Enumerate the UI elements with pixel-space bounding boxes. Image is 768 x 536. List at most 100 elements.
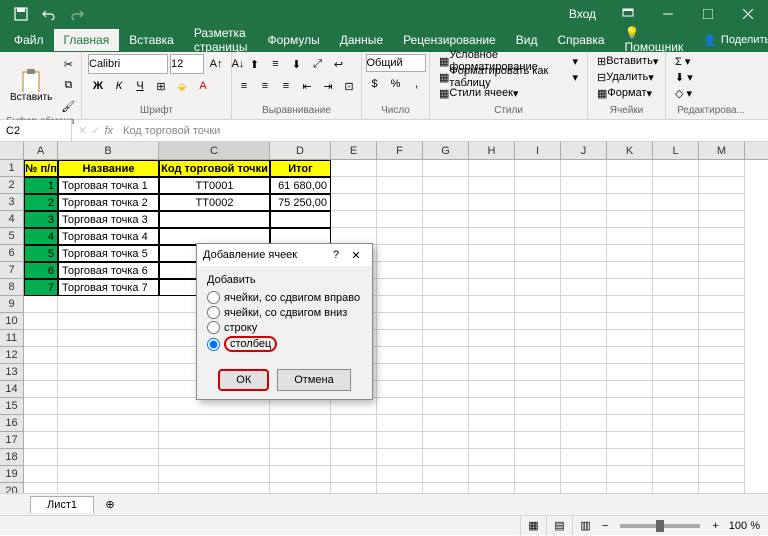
cell-B6[interactable]: Торговая точка 5	[58, 245, 159, 262]
cell-G16[interactable]	[423, 415, 469, 432]
cell-J15[interactable]	[561, 398, 607, 415]
cell-L16[interactable]	[653, 415, 699, 432]
row-header-4[interactable]: 4	[0, 211, 24, 228]
cell-F12[interactable]	[377, 347, 423, 364]
cell-K9[interactable]	[607, 296, 653, 313]
cell-A16[interactable]	[24, 415, 58, 432]
radio-row-input[interactable]	[207, 321, 220, 334]
cell-M18[interactable]	[699, 449, 745, 466]
cell-K13[interactable]	[607, 364, 653, 381]
cell-C15[interactable]	[159, 398, 270, 415]
cell-J19[interactable]	[561, 466, 607, 483]
cell-B16[interactable]	[58, 415, 159, 432]
cell-M14[interactable]	[699, 381, 745, 398]
cell-G15[interactable]	[423, 398, 469, 415]
cell-H14[interactable]	[469, 381, 515, 398]
row-header-1[interactable]: 1	[0, 160, 24, 177]
cell-A8[interactable]: 7	[24, 279, 58, 296]
cell-K1[interactable]	[607, 160, 653, 177]
cell-styles-button[interactable]: ▦ Стили ячеек ▾	[436, 86, 521, 100]
cell-I9[interactable]	[515, 296, 561, 313]
cell-J7[interactable]	[561, 262, 607, 279]
cell-H1[interactable]	[469, 160, 515, 177]
cell-K4[interactable]	[607, 211, 653, 228]
clear-button[interactable]: ◇ ▾	[672, 86, 695, 100]
cell-H8[interactable]	[469, 279, 515, 296]
cell-K2[interactable]	[607, 177, 653, 194]
cell-I14[interactable]	[515, 381, 561, 398]
cell-A1[interactable]: № п/п	[24, 160, 58, 177]
col-header-C[interactable]: C	[159, 142, 270, 159]
cell-B13[interactable]	[58, 364, 159, 381]
cell-J13[interactable]	[561, 364, 607, 381]
cell-M3[interactable]	[699, 194, 745, 211]
row-header-17[interactable]: 17	[0, 432, 24, 449]
cell-H18[interactable]	[469, 449, 515, 466]
cell-D19[interactable]	[270, 466, 331, 483]
cell-M8[interactable]	[699, 279, 745, 296]
cell-I18[interactable]	[515, 449, 561, 466]
cell-J10[interactable]	[561, 313, 607, 330]
indent-dec-icon[interactable]: ⇤	[297, 76, 317, 96]
tab-home[interactable]: Главная	[54, 29, 120, 51]
cell-H12[interactable]	[469, 347, 515, 364]
cell-M19[interactable]	[699, 466, 745, 483]
radio-row[interactable]: строку	[207, 320, 362, 335]
cell-I6[interactable]	[515, 245, 561, 262]
cell-A10[interactable]	[24, 313, 58, 330]
cell-A5[interactable]: 4	[24, 228, 58, 245]
cell-L7[interactable]	[653, 262, 699, 279]
cell-G6[interactable]	[423, 245, 469, 262]
cell-B1[interactable]: Название	[58, 160, 159, 177]
cell-E2[interactable]	[331, 177, 377, 194]
cell-J1[interactable]	[561, 160, 607, 177]
undo-icon[interactable]	[36, 2, 62, 26]
cell-B18[interactable]	[58, 449, 159, 466]
cell-H2[interactable]	[469, 177, 515, 194]
cell-D16[interactable]	[270, 415, 331, 432]
cell-H6[interactable]	[469, 245, 515, 262]
autosum-button[interactable]: Σ ▾	[672, 54, 693, 68]
cell-H15[interactable]	[469, 398, 515, 415]
cell-I15[interactable]	[515, 398, 561, 415]
tab-data[interactable]: Данные	[330, 29, 393, 51]
font-combo[interactable]	[88, 54, 168, 74]
cell-A7[interactable]: 6	[24, 262, 58, 279]
cell-B3[interactable]: Торговая точка 2	[58, 194, 159, 211]
tab-file[interactable]: Файл	[4, 29, 54, 51]
cell-F4[interactable]	[377, 211, 423, 228]
cell-L8[interactable]	[653, 279, 699, 296]
underline-button[interactable]: Ч	[130, 76, 150, 96]
percent-icon[interactable]: %	[386, 74, 406, 94]
radio-column[interactable]: столбец	[207, 335, 362, 353]
col-header-D[interactable]: D	[270, 142, 331, 159]
cell-K19[interactable]	[607, 466, 653, 483]
cell-G11[interactable]	[423, 330, 469, 347]
cell-M5[interactable]	[699, 228, 745, 245]
cell-M7[interactable]	[699, 262, 745, 279]
radio-shift-right-input[interactable]	[207, 291, 220, 304]
cell-F8[interactable]	[377, 279, 423, 296]
cell-F7[interactable]	[377, 262, 423, 279]
cell-B15[interactable]	[58, 398, 159, 415]
cell-I7[interactable]	[515, 262, 561, 279]
cell-B12[interactable]	[58, 347, 159, 364]
grow-font-icon[interactable]: A↑	[206, 54, 226, 74]
cell-H5[interactable]	[469, 228, 515, 245]
cell-G19[interactable]	[423, 466, 469, 483]
cell-F1[interactable]	[377, 160, 423, 177]
cell-B2[interactable]: Торговая точка 1	[58, 177, 159, 194]
col-header-M[interactable]: M	[699, 142, 745, 159]
cell-H7[interactable]	[469, 262, 515, 279]
cell-C4[interactable]	[159, 211, 270, 228]
cell-J9[interactable]	[561, 296, 607, 313]
col-header-F[interactable]: F	[377, 142, 423, 159]
radio-shift-right[interactable]: ячейки, со сдвигом вправо	[207, 290, 362, 305]
cell-J3[interactable]	[561, 194, 607, 211]
cell-B9[interactable]	[58, 296, 159, 313]
format-cells-button[interactable]: ▦ Формат ▾	[594, 86, 655, 100]
cell-L13[interactable]	[653, 364, 699, 381]
paste-button[interactable]: Вставить	[6, 66, 56, 105]
cell-M17[interactable]	[699, 432, 745, 449]
row-header-14[interactable]: 14	[0, 381, 24, 398]
